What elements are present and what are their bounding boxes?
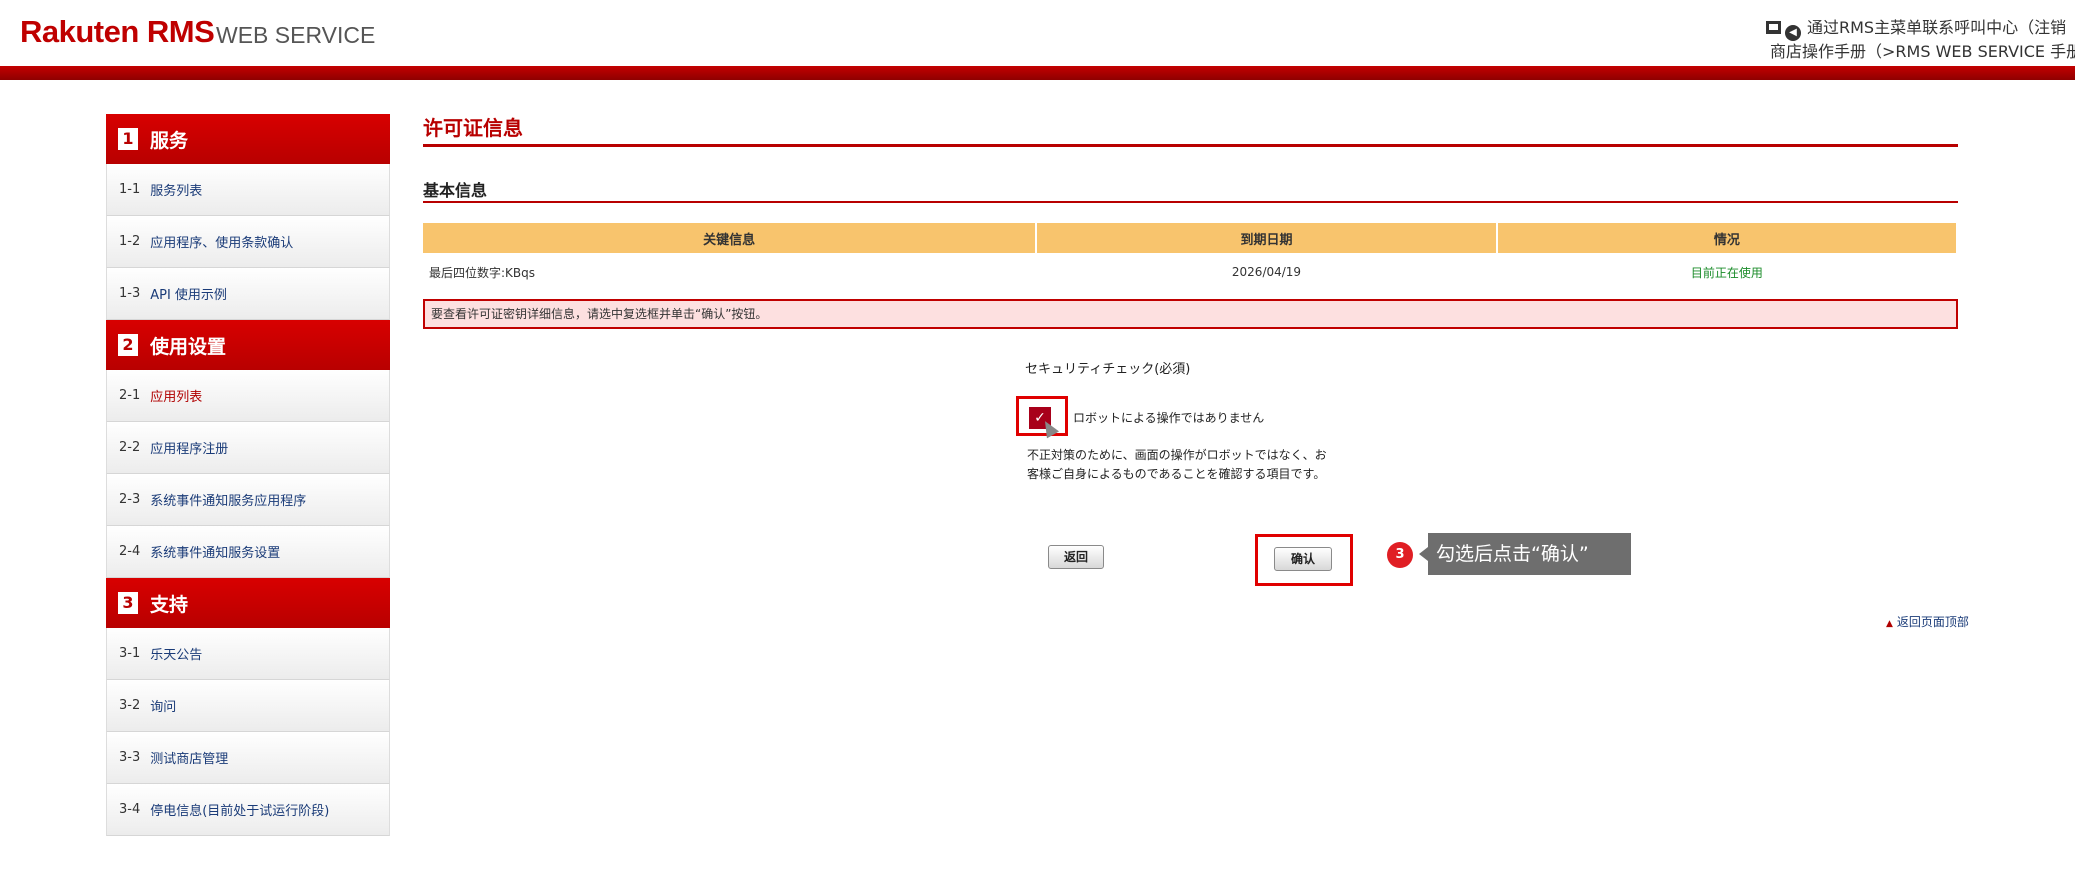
sidebar-item-terms-confirm[interactable]: 1-2 应用程序、使用条款确认 [106,216,390,268]
item-label: 乐天公告 [150,648,203,663]
title-divider [423,144,1958,147]
notice-banner: 要查看许可证密钥详细信息，请选中复选框并单击“确认”按钮。 [423,299,1958,329]
description-line-1: 不正対策のために、画面の操作がロボットではなく、お [1027,448,1327,462]
step-number-badge: 3 [1387,542,1413,568]
item-code: 3-4 [119,802,141,817]
item-code: 2-2 [119,440,141,455]
item-label: 应用列表 [150,390,203,405]
sidebar-item-test-shop[interactable]: 3-3 测试商店管理 [106,732,390,784]
section-title: 使用设置 [150,335,227,358]
column-header-expiry: 到期日期 [1036,223,1498,253]
item-code: 3-1 [119,646,141,661]
item-label: 系统事件通知服务设置 [150,546,281,561]
page-title: 许可证信息 [423,116,523,140]
item-code: 3-3 [119,750,141,765]
back-to-top-link[interactable]: ▲ 返回页面顶部 [1886,613,1969,630]
item-label: API 使用示例 [150,288,227,303]
contact-call-center-link[interactable]: ◀ 通过RMS主菜单联系呼叫中心（注销 [1766,14,2066,41]
sidebar-item-api-examples[interactable]: 1-3 API 使用示例 [106,268,390,320]
sidebar-item-service-list[interactable]: 1-1 服务列表 [106,164,390,216]
section-title: 支持 [150,593,189,616]
app-header: Rakuten RMS WEB SERVICE ◀ 通过RMS主菜单联系呼叫中心（… [0,0,2075,70]
column-header-status: 情况 [1496,223,1959,253]
column-header-key-info: 关键信息 [423,223,1038,253]
item-label: 系统事件通知服务应用程序 [150,494,307,509]
section-number: 2 [118,334,138,356]
header-red-bar [0,66,2075,80]
sidebar-nav: 1 服务 1-1 服务列表 1-2 应用程序、使用条款确认 1-3 API 使用… [106,114,390,836]
item-code: 2-1 [119,388,141,403]
section-title-basic-info: 基本信息 [423,181,488,200]
item-code: 1-2 [119,234,141,249]
sidebar-item-inquiry[interactable]: 3-2 询问 [106,680,390,732]
table-row: 最后四位数字:KBqs 2026/04/19 目前正在使用 [423,253,1957,291]
rakuten-rms-logo[interactable]: Rakuten RMS [20,14,215,50]
item-code: 3-2 [119,698,141,713]
sidebar-item-app-register[interactable]: 2-2 应用程序注册 [106,422,390,474]
sidebar-section-settings: 2 使用设置 [106,320,390,370]
back-to-top-text: 返回页面顶部 [1896,615,1969,629]
item-code: 1-3 [119,286,141,301]
sidebar-item-outage-info[interactable]: 3-4 停电信息(目前处于试运行阶段) [106,784,390,836]
license-table: 关键信息 到期日期 情况 最后四位数字:KBqs 2026/04/19 目前正在… [423,223,1959,291]
description-line-2: 客様ご自身によるものであることを確認する項目です。 [1027,467,1326,481]
item-label: 询问 [150,700,177,715]
section-number: 1 [118,128,138,150]
contact-link-text: 通过RMS主菜单联系呼叫中心（注销 [1807,18,2067,37]
back-button[interactable]: 返回 [1048,545,1104,569]
security-check-title: セキュリティチェック(必須) [1025,362,1191,377]
sidebar-item-event-notify-app[interactable]: 2-3 系统事件通知服务应用程序 [106,474,390,526]
sidebar-section-support: 3 支持 [106,578,390,628]
instruction-tooltip: 勾选后点击“确认” [1419,533,1631,575]
web-service-label: WEB SERVICE [216,22,376,48]
main-content: 许可证信息 基本信息 关键信息 到期日期 情况 最后四位数字:KBqs 2026… [423,112,1959,329]
item-code: 2-3 [119,492,141,507]
sidebar-item-announcements[interactable]: 3-1 乐天公告 [106,628,390,680]
mail-icon [1766,21,1781,34]
cell-expiry-date: 2026/04/19 [1231,265,1302,279]
item-label: 服务列表 [150,184,203,199]
sidebar-item-event-notify-settings[interactable]: 2-4 系统事件通知服务设置 [106,526,390,578]
section-divider [423,201,1958,203]
sidebar-section-services: 1 服务 [106,114,390,164]
confirm-button[interactable]: 确认 [1274,547,1332,571]
not-robot-label: ロボットによる操作ではありません [1073,411,1265,425]
cell-key-info: 最后四位数字:KBqs [429,265,536,280]
security-description: 不正対策のために、画面の操作がロボットではなく、お 客様ご自身によるものであるこ… [1027,446,1387,484]
table-header-row: 关键信息 到期日期 情况 [423,223,1959,253]
triangle-up-icon: ▲ [1886,619,1893,629]
section-number: 3 [118,592,138,614]
item-label: 应用程序注册 [150,442,229,457]
sidebar-item-app-list[interactable]: 2-1 应用列表 [106,370,390,422]
item-code: 1-1 [119,182,141,197]
item-label: 应用程序、使用条款确认 [150,236,294,251]
shop-manual-link[interactable]: 商店操作手册（>RMS WEB SERVICE 手册 [1770,38,2075,62]
item-code: 2-4 [119,544,141,559]
item-label: 停电信息(目前处于试运行阶段) [150,804,330,819]
cell-status: 目前正在使用 [1690,265,1763,280]
item-label: 测试商店管理 [150,752,229,767]
section-title: 服务 [150,129,189,152]
